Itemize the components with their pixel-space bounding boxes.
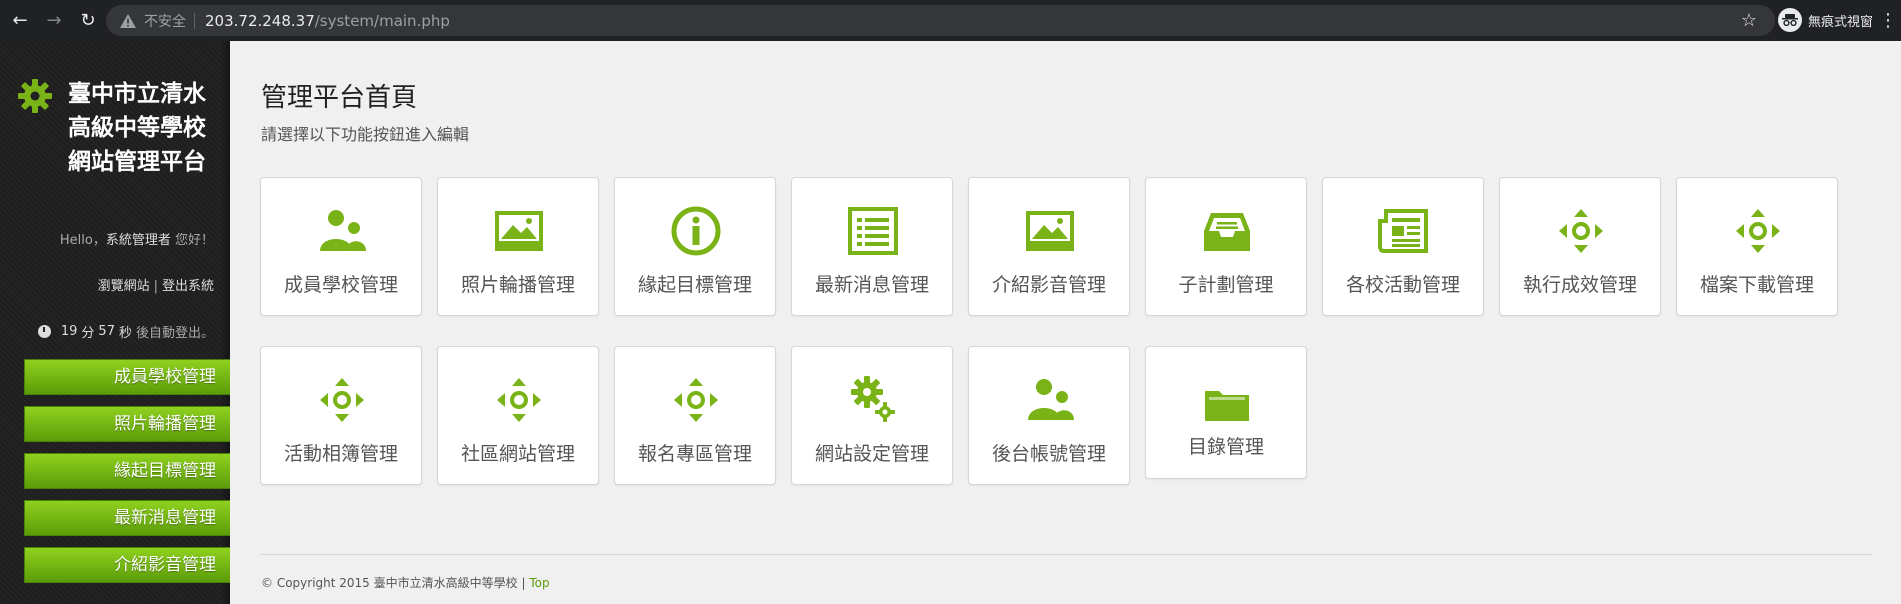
sidebar-menu: 成員學校管理 照片輪播管理 緣起目標管理 最新消息管理 介紹影音管理	[24, 359, 230, 594]
footer-divider	[260, 554, 1873, 555]
tile-label: 緣起目標管理	[637, 274, 752, 296]
tile-label: 報名專區管理	[637, 443, 752, 465]
insecure-label: 不安全	[144, 13, 186, 30]
browse-site-link[interactable]: 瀏覽網站	[98, 279, 150, 294]
tile-label: 子計劃管理	[1178, 274, 1274, 296]
sidebar-item-news[interactable]: 最新消息管理	[24, 500, 230, 536]
site-title-line: 臺中市立清水	[68, 81, 206, 107]
main-content: 管理平台首頁 請選擇以下功能按鈕進入編輯 成員學校管理 照片輪播管理 緣起目標管…	[230, 41, 1901, 604]
move-icon	[674, 378, 718, 422]
browser-toolbar: ← → ↻ 不安全 203.72.248.37/system/main.php …	[0, 0, 1901, 41]
tile-sub-projects[interactable]: 子計劃管理	[1145, 177, 1307, 316]
tile-site-settings[interactable]: 網站設定管理	[791, 346, 953, 485]
omnibox-divider	[194, 12, 195, 29]
picture-icon	[1026, 211, 1074, 251]
browser-menu-icon[interactable]: ⋮	[1879, 10, 1897, 31]
newspaper-icon	[1378, 209, 1428, 253]
timer-minutes: 19	[60, 324, 78, 339]
tile-label: 目錄管理	[1187, 436, 1264, 458]
url-path: /system/main.php	[314, 11, 450, 30]
tile-label: 成員學校管理	[283, 274, 398, 296]
tile-label: 檔案下載管理	[1699, 274, 1814, 296]
forward-icon[interactable]: →	[40, 7, 68, 35]
timer-suffix: 後自動登出。	[135, 326, 214, 341]
tile-community-sites[interactable]: 社區網站管理	[437, 346, 599, 485]
sidebar: 臺中市立清水 高級中等學校 網站管理平台 Hello，系統管理者 您好！ 瀏覽網…	[0, 41, 230, 604]
user-name: 系統管理者	[105, 233, 171, 248]
site-title-line: 網站管理平台	[68, 149, 206, 175]
tile-directory[interactable]: 目錄管理	[1145, 346, 1307, 479]
greeting-prefix: Hello，	[59, 233, 106, 248]
users-icon	[320, 210, 366, 251]
incognito-icon	[1778, 8, 1802, 32]
tile-school-activities[interactable]: 各校活動管理	[1322, 177, 1484, 316]
page-title: 管理平台首頁	[261, 83, 418, 113]
tile-activity-albums[interactable]: 活動相簿管理	[260, 346, 422, 485]
site-title-line: 高級中等學校	[68, 115, 206, 141]
users-icon	[1028, 379, 1074, 420]
tile-file-downloads[interactable]: 檔案下載管理	[1676, 177, 1838, 316]
timer-seconds: 57	[98, 324, 115, 339]
tile-label: 活動相簿管理	[283, 443, 398, 465]
tile-photo-carousel[interactable]: 照片輪播管理	[437, 177, 599, 316]
tile-execution-results[interactable]: 執行成效管理	[1499, 177, 1661, 316]
tile-origin-goals[interactable]: 緣起目標管理	[614, 177, 776, 316]
bookmark-star-icon[interactable]: ☆	[1741, 10, 1757, 31]
timer-min-unit: 分	[81, 326, 95, 341]
picture-icon	[495, 211, 543, 251]
tile-member-schools[interactable]: 成員學校管理	[260, 177, 422, 316]
greeting: Hello，系統管理者 您好！	[60, 229, 214, 248]
move-icon	[1559, 209, 1603, 253]
link-separator: |	[153, 279, 158, 294]
clock-icon	[37, 325, 51, 338]
info-icon	[671, 206, 721, 256]
back-to-top-link[interactable]: Top	[529, 576, 549, 590]
logout-link[interactable]: 登出系統	[162, 279, 214, 294]
copyright-text: © Copyright 2015 臺中市立清水高級中等學校	[261, 576, 518, 590]
url-host: 203.72.248.37	[205, 11, 315, 30]
back-icon[interactable]: ←	[6, 7, 34, 35]
account-links: 瀏覽網站 | 登出系統	[98, 275, 214, 294]
greeting-suffix: 您好！	[174, 233, 214, 248]
incognito-label: 無痕式視窗	[1808, 14, 1874, 30]
address-bar[interactable]: 不安全 203.72.248.37/system/main.php ☆	[106, 5, 1775, 36]
tile-label: 社區網站管理	[460, 443, 575, 465]
sidebar-item-member-schools[interactable]: 成員學校管理	[24, 359, 230, 395]
footer-separator: |	[521, 576, 526, 590]
tile-admin-accounts[interactable]: 後台帳號管理	[968, 346, 1130, 485]
move-icon	[497, 378, 541, 422]
tile-registration[interactable]: 報名專區管理	[614, 346, 776, 485]
tile-label: 執行成效管理	[1522, 274, 1637, 296]
gear-icon	[18, 79, 52, 113]
folder-icon	[1205, 391, 1249, 421]
list-icon	[848, 207, 898, 255]
tile-news[interactable]: 最新消息管理	[791, 177, 953, 316]
warning-icon	[120, 13, 136, 28]
tile-label: 介紹影音管理	[991, 274, 1106, 296]
tile-label: 照片輪播管理	[460, 274, 575, 296]
move-icon	[320, 378, 364, 422]
move-icon	[1736, 209, 1780, 253]
session-timer: 19 分 57 秒 後自動登出。	[37, 322, 214, 341]
sidebar-item-photo-carousel[interactable]: 照片輪播管理	[24, 406, 230, 442]
gears-icon	[851, 376, 895, 422]
sidebar-item-origin-goals[interactable]: 緣起目標管理	[24, 453, 230, 489]
page-subtitle: 請選擇以下功能按鈕進入編輯	[261, 125, 470, 144]
tile-intro-video[interactable]: 介紹影音管理	[968, 177, 1130, 316]
timer-sec-unit: 秒	[118, 326, 132, 341]
reload-icon[interactable]: ↻	[74, 7, 102, 35]
tile-label: 最新消息管理	[814, 274, 929, 296]
footer: © Copyright 2015 臺中市立清水高級中等學校 | Top	[261, 574, 550, 591]
url-text: 203.72.248.37/system/main.php	[205, 12, 450, 30]
tile-label: 後台帳號管理	[991, 443, 1106, 465]
sidebar-item-intro-video[interactable]: 介紹影音管理	[24, 547, 230, 583]
tile-label: 網站設定管理	[814, 443, 929, 465]
brand: 臺中市立清水 高級中等學校 網站管理平台	[18, 77, 228, 179]
inbox-icon	[1204, 213, 1250, 251]
site-title: 臺中市立清水 高級中等學校 網站管理平台	[68, 77, 228, 179]
incognito-indicator[interactable]: 無痕式視窗	[1778, 8, 1873, 32]
tile-label: 各校活動管理	[1345, 274, 1460, 296]
